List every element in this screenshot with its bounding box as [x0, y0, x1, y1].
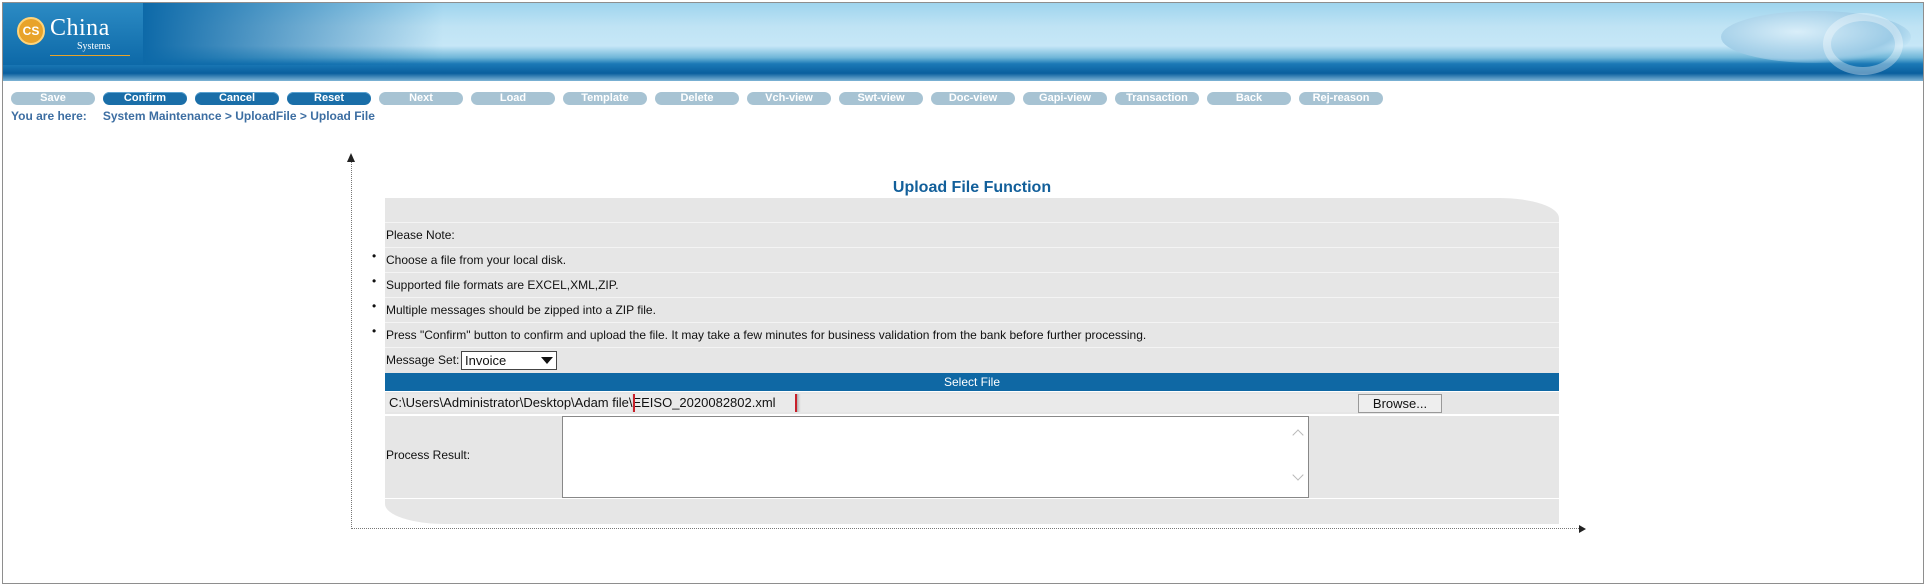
bullet-icon: • [372, 249, 377, 263]
logo-underline [50, 55, 130, 56]
message-set-label: Message Set: [386, 353, 460, 367]
process-result-label: Process Result: [386, 448, 471, 462]
note-heading-row: Please Note: [385, 222, 1559, 247]
scroll-down-icon[interactable] [1292, 469, 1304, 481]
logo-word: China [50, 15, 110, 41]
transaction-button[interactable]: Transaction [1115, 92, 1199, 105]
note-text: Multiple messages should be zipped into … [386, 303, 656, 317]
page-title: Upload File Function [892, 179, 1052, 196]
bullet-icon: • [372, 324, 377, 338]
china-systems-logo: CS China Systems [17, 13, 147, 57]
delete-button[interactable]: Delete [655, 92, 739, 105]
logo-sub: Systems [77, 41, 111, 52]
breadcrumb-path[interactable]: System Maintenance > UploadFile > Upload… [103, 109, 375, 123]
note-text: Press "Confirm" button to confirm and up… [386, 328, 1147, 342]
scroll-up-icon[interactable] [1292, 429, 1304, 441]
rej-reason-button[interactable]: Rej-reason [1299, 92, 1383, 105]
chevron-down-icon [541, 357, 553, 364]
note-row: Choose a file from your local disk. [385, 247, 1559, 272]
confirm-button[interactable]: Confirm [103, 92, 187, 105]
bullet-icon: • [372, 274, 377, 288]
panel-bottom-cap [385, 499, 1559, 524]
message-set-value: Invoice [465, 353, 507, 368]
process-result-row: Process Result: [385, 416, 1559, 498]
banner-watermark-icon [1823, 13, 1903, 75]
gapi-view-button[interactable]: Gapi-view [1023, 92, 1107, 105]
note-heading: Please Note: [386, 228, 455, 242]
file-path-input[interactable]: C:\Users\Administrator\Desktop\Adam file… [386, 394, 1416, 412]
select-file-header: Select File [385, 373, 1559, 391]
note-row: Press "Confirm" button to confirm and up… [385, 322, 1559, 347]
vch-view-button[interactable]: Vch-view [747, 92, 831, 105]
breadcrumb: You are here: System Maintenance > Upload… [11, 109, 375, 123]
panel-top-cap [385, 198, 1559, 223]
app-window: CS China Systems Save Confirm Cancel Reset N… [2, 2, 1924, 584]
next-button[interactable]: Next [379, 92, 463, 105]
file-name-highlight [633, 394, 797, 412]
bullet-icon: • [372, 299, 377, 313]
dotted-vertical-guide [351, 155, 352, 529]
logo-badge: CS [17, 17, 45, 45]
save-button[interactable]: Save [11, 92, 95, 105]
process-result-textarea[interactable] [562, 416, 1309, 498]
note-text: Supported file formats are EXCEL,XML,ZIP… [386, 278, 619, 292]
reset-button[interactable]: Reset [287, 92, 371, 105]
file-path-prefix: C:\Users\Administrator\Desktop\Adam file… [389, 395, 633, 410]
file-row: C:\Users\Administrator\Desktop\Adam file… [385, 392, 1559, 414]
arrow-up-icon [347, 153, 355, 162]
doc-view-button[interactable]: Doc-view [931, 92, 1015, 105]
note-row: Supported file formats are EXCEL,XML,ZIP… [385, 272, 1559, 297]
load-button[interactable]: Load [471, 92, 555, 105]
header-banner: CS China Systems [3, 3, 1923, 81]
note-text: Choose a file from your local disk. [386, 253, 567, 267]
message-set-select[interactable]: Invoice [461, 351, 557, 370]
breadcrumb-prefix: You are here: [11, 109, 87, 123]
back-button[interactable]: Back [1207, 92, 1291, 105]
banner-fade [143, 3, 443, 65]
swt-view-button[interactable]: Swt-view [839, 92, 923, 105]
arrow-right-icon [1579, 525, 1586, 533]
browse-button[interactable]: Browse... [1358, 394, 1442, 413]
note-row: Multiple messages should be zipped into … [385, 297, 1559, 322]
cancel-button[interactable]: Cancel [195, 92, 279, 105]
template-button[interactable]: Template [563, 92, 647, 105]
upload-panel: Please Note: Choose a file from your loc… [385, 198, 1559, 524]
message-set-row: Message Set: Invoice [385, 347, 1559, 373]
dotted-horizontal-guide [351, 528, 1581, 529]
